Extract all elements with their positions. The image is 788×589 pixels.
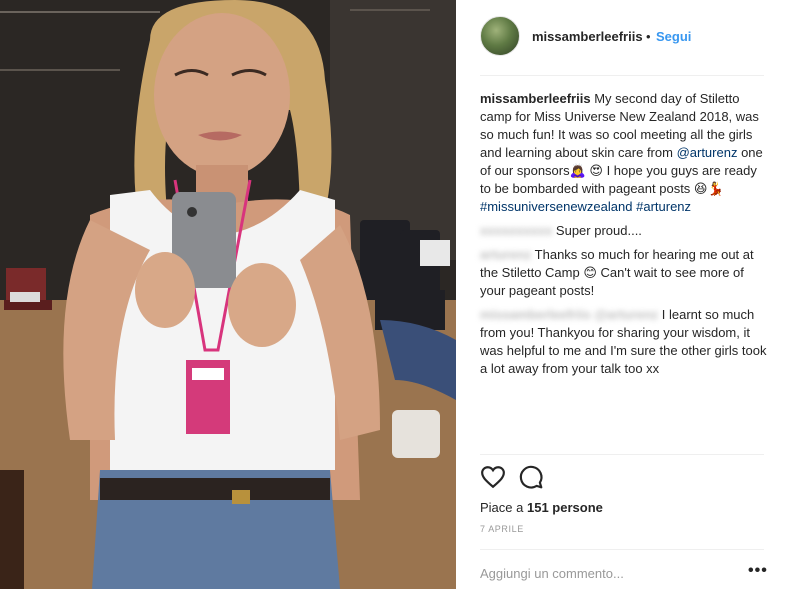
heart-icon[interactable] [480,464,506,490]
likes-suffix: persone [548,500,603,515]
caption-hashtag-2[interactable]: #arturenz [636,199,691,214]
comment-item: xxxxxxxxxx Super proud.... [480,222,770,240]
post-date[interactable]: 7 APRILE [480,524,524,534]
comment-username[interactable]: missamberleefriis [480,307,591,322]
header-divider [480,75,764,76]
comment-text: Super proud.... [552,223,642,238]
comment-username[interactable]: arturenz [480,247,531,262]
actions-divider [480,454,764,455]
comment-icon[interactable] [518,464,544,490]
post-photo[interactable] [0,0,456,589]
likes-number: 151 [526,500,549,515]
caption-username[interactable]: missamberleefriis [480,91,591,106]
comments-list: missamberleefriis My second day of Stile… [480,90,770,384]
separator-dot: • [646,29,651,44]
follow-button[interactable]: Segui [656,29,691,44]
caption-hashtag-1[interactable]: #missuniversenewzealand [480,199,632,214]
selfie-illustration [0,0,456,589]
caption: missamberleefriis My second day of Stile… [480,90,770,216]
post-side-panel: missamberleefriis • Segui missamberleefr… [456,0,788,589]
avatar[interactable] [480,16,520,56]
comment-mention[interactable]: @arturenz [594,307,658,322]
comment-input[interactable] [480,563,720,583]
caption-mention[interactable]: @arturenz [677,145,738,160]
more-options-button[interactable]: ••• [748,562,768,580]
author-username[interactable]: missamberleefriis [532,29,643,44]
comment-item: arturenz Thanks so much for hearing me o… [480,246,770,300]
post-header: missamberleefriis • Segui [456,0,788,76]
comment-item: missamberleefriis @arturenz I learnt so … [480,306,770,378]
likes-prefix: Piace a [480,500,527,515]
likes-count[interactable]: Piace a 151 persone [480,500,603,515]
comment-username[interactable]: xxxxxxxxxx [480,223,552,238]
input-divider [480,549,764,550]
